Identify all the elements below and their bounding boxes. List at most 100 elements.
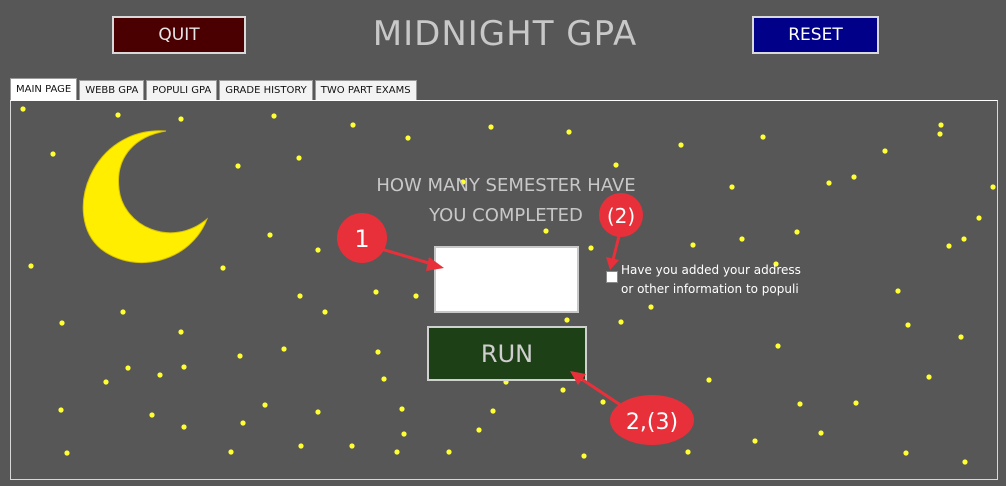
star-dot: [581, 453, 587, 459]
star-dot: [564, 317, 570, 323]
star-dot: [237, 353, 243, 359]
star-dot: [267, 232, 273, 238]
star-dot: [235, 163, 241, 169]
tab-main-page[interactable]: MAIN PAGE: [10, 78, 78, 100]
star-dot: [600, 399, 606, 405]
star-dot: [926, 374, 932, 380]
star-dot: [394, 449, 400, 455]
star-dot: [322, 309, 328, 315]
star-dot: [958, 334, 964, 340]
star-dot: [50, 151, 56, 157]
star-dot: [690, 242, 696, 248]
star-dot: [775, 343, 781, 349]
run-button[interactable]: RUN: [427, 326, 587, 381]
star-dot: [882, 148, 888, 154]
star-dot: [962, 459, 968, 465]
star-dot: [59, 320, 65, 326]
semesters-question: HOW MANY SEMESTER HAVE YOU COMPLETED: [311, 171, 701, 231]
star-dot: [729, 184, 735, 190]
star-dot: [115, 112, 121, 118]
tab-grade-history[interactable]: GRADE HISTORY: [219, 80, 313, 100]
address-label-line-2: or other information to populi: [621, 282, 799, 296]
star-dot: [375, 349, 381, 355]
question-line-2: YOU COMPLETED: [429, 205, 583, 226]
star-dot: [181, 364, 187, 370]
star-dot: [58, 407, 64, 413]
star-dot: [120, 309, 126, 315]
star-dot: [618, 319, 624, 325]
star-dot: [149, 412, 155, 418]
main-panel: HOW MANY SEMESTER HAVE YOU COMPLETED Hav…: [10, 100, 998, 480]
star-dot: [157, 372, 163, 378]
star-dot: [961, 236, 967, 242]
tab-webb-gpa[interactable]: WEBB GPA: [79, 80, 145, 100]
star-dot: [20, 106, 26, 112]
star-dot: [826, 180, 832, 186]
star-dot: [103, 379, 109, 385]
star-dot: [903, 450, 909, 456]
star-dot: [706, 377, 712, 383]
star-dot: [678, 142, 684, 148]
address-checkbox[interactable]: [606, 271, 618, 283]
star-dot: [262, 402, 268, 408]
star-dot: [560, 387, 566, 393]
tab-two-part-exams[interactable]: TWO PART EXAMS: [314, 80, 417, 100]
star-dot: [588, 245, 594, 251]
star-dot: [296, 155, 302, 161]
star-dot: [401, 431, 407, 437]
star-dot: [794, 229, 800, 235]
star-dot: [566, 129, 572, 135]
star-dot: [739, 236, 745, 242]
address-label-line-1: Have you added your address: [621, 263, 801, 277]
star-dot: [373, 289, 379, 295]
star-dot: [905, 322, 911, 328]
app-title: MIDNIGHT GPA: [372, 14, 638, 54]
star-dot: [490, 408, 496, 414]
quit-button[interactable]: QUIT: [112, 16, 246, 54]
star-dot: [797, 401, 803, 407]
star-dot: [381, 376, 387, 382]
star-dot: [938, 122, 944, 128]
star-dot: [488, 124, 494, 130]
star-dot: [178, 116, 184, 122]
reset-button[interactable]: RESET: [752, 16, 879, 54]
star-dot: [399, 406, 405, 412]
star-dot: [413, 293, 419, 299]
star-dot: [315, 247, 321, 253]
star-dot: [851, 174, 857, 180]
star-dot: [298, 443, 304, 449]
star-dot: [181, 424, 187, 430]
star-dot: [760, 134, 766, 140]
star-dot: [476, 427, 482, 433]
star-dot: [685, 449, 691, 455]
moon-icon: [82, 130, 209, 263]
star-dot: [946, 243, 952, 249]
star-dot: [895, 288, 901, 294]
star-dot: [853, 400, 859, 406]
star-dot: [937, 131, 943, 137]
star-dot: [281, 346, 287, 352]
star-dot: [990, 184, 996, 190]
star-dot: [752, 438, 758, 444]
star-dot: [228, 449, 234, 455]
star-dot: [818, 430, 824, 436]
tab-bar: MAIN PAGE WEBB GPA POPULI GPA GRADE HIST…: [10, 78, 419, 100]
star-dot: [220, 265, 226, 271]
star-dot: [28, 263, 34, 269]
star-dot: [271, 113, 277, 119]
star-dot: [315, 409, 321, 415]
tab-populi-gpa[interactable]: POPULI GPA: [146, 80, 218, 100]
star-dot: [297, 293, 303, 299]
star-dot: [349, 443, 355, 449]
star-dot: [976, 215, 982, 221]
question-line-1: HOW MANY SEMESTER HAVE: [376, 175, 636, 196]
star-dot: [178, 329, 184, 335]
star-dot: [648, 304, 654, 310]
star-dot: [125, 365, 131, 371]
star-dot: [613, 162, 619, 168]
star-dot: [240, 420, 246, 426]
star-dot: [64, 450, 70, 456]
star-dot: [405, 135, 411, 141]
star-dot: [350, 122, 356, 128]
semesters-input[interactable]: [434, 246, 579, 313]
